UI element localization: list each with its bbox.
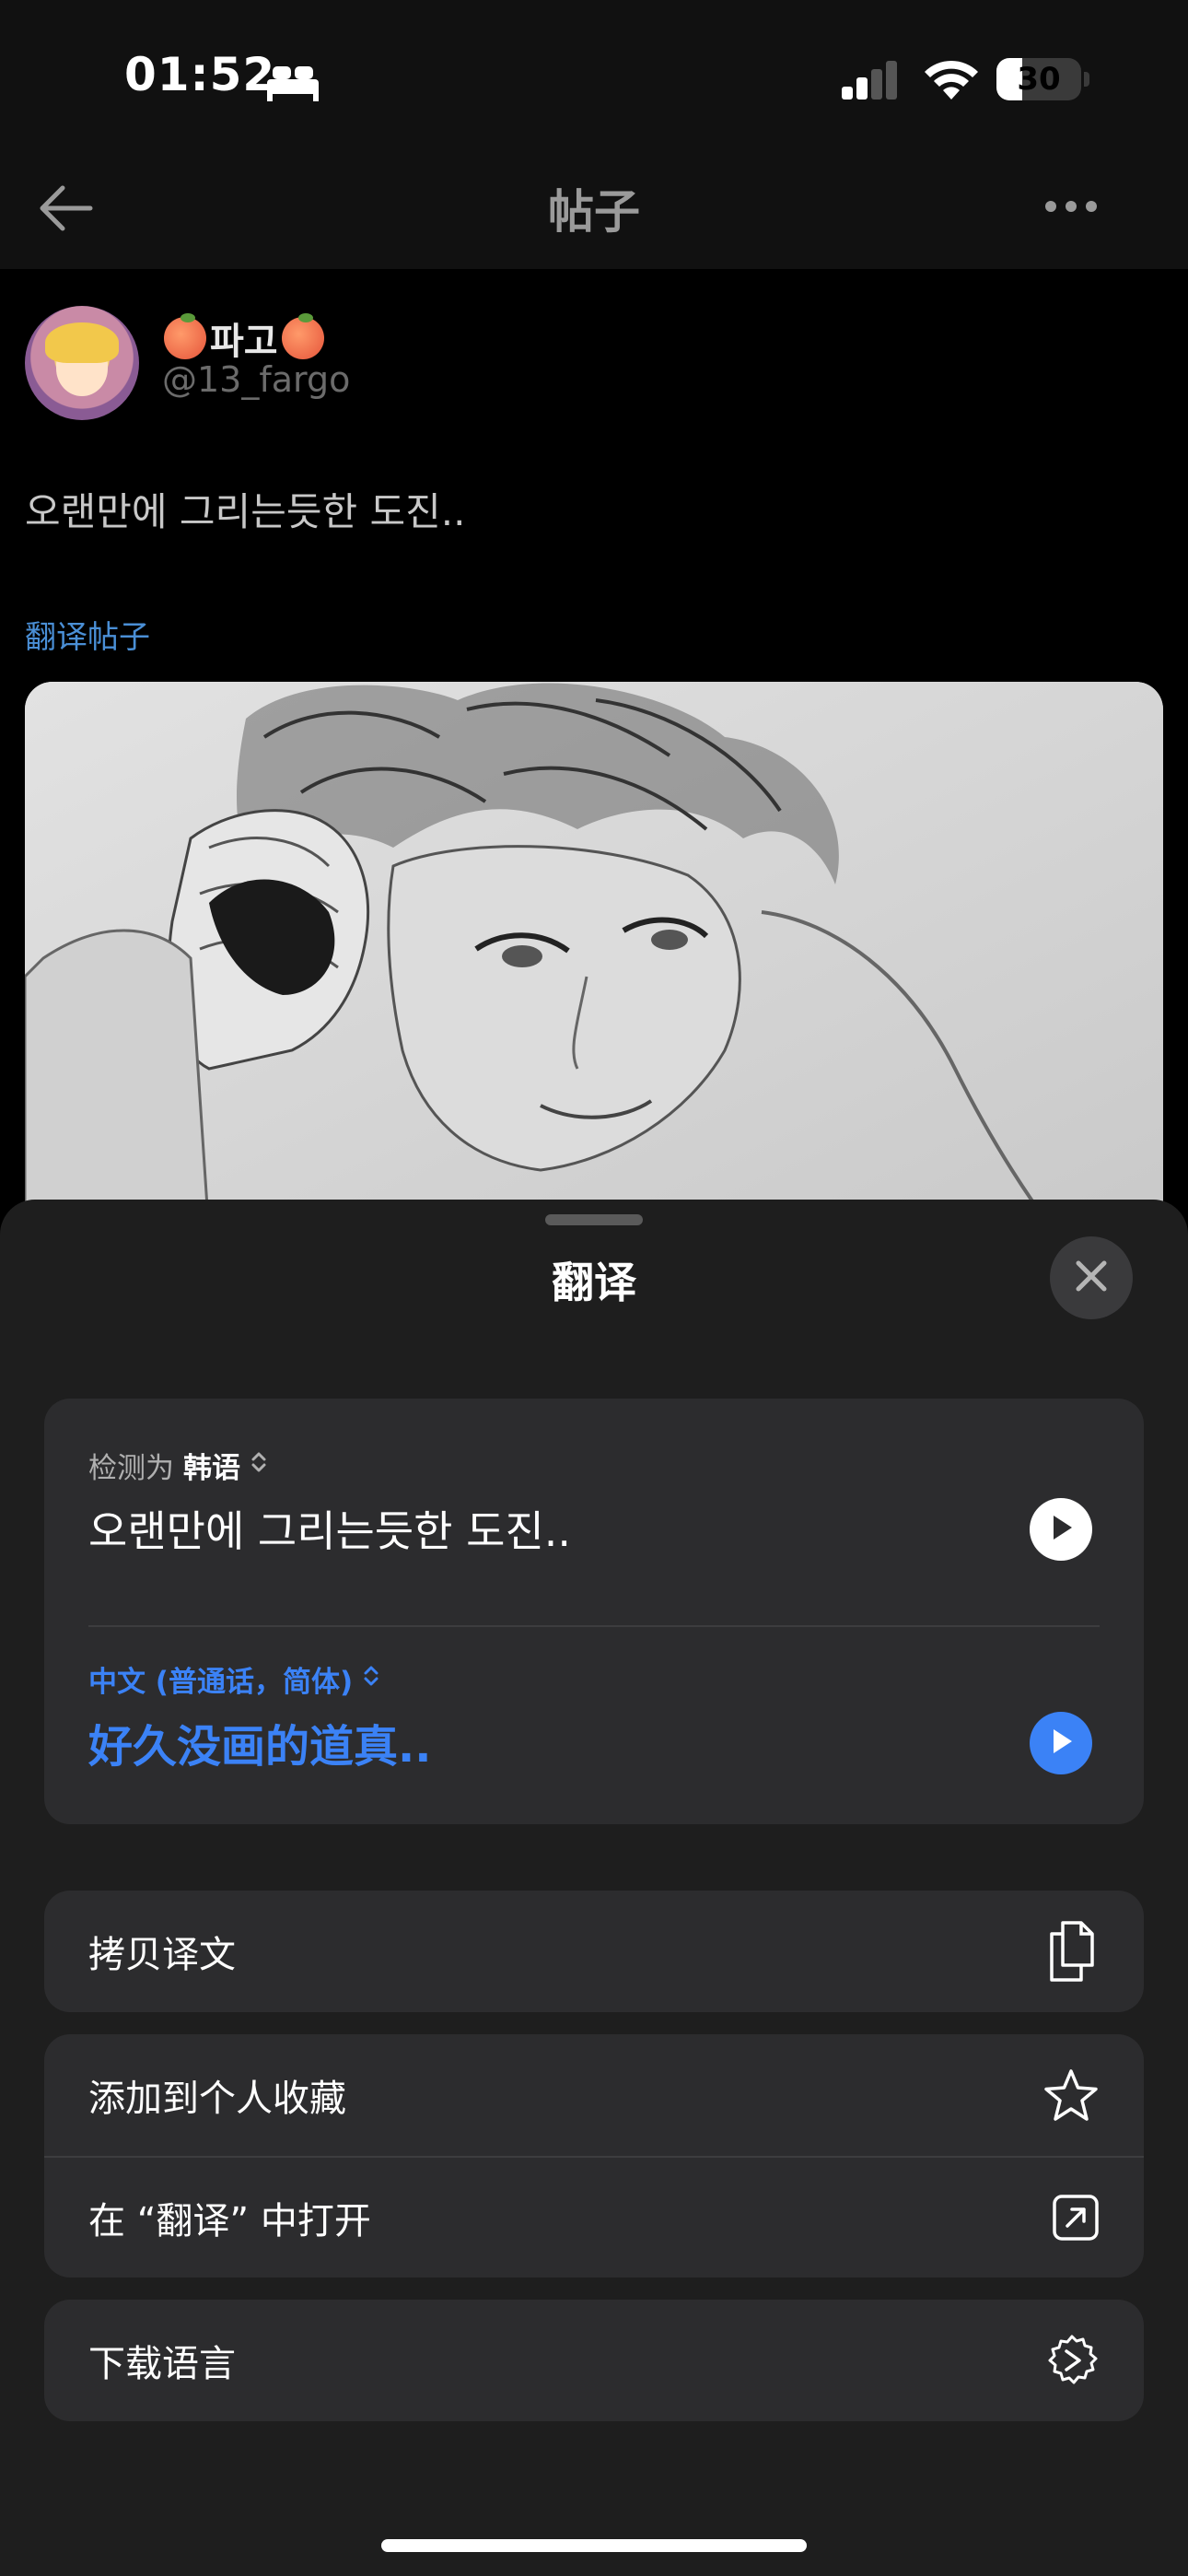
detected-language: 韩语: [183, 1452, 240, 1485]
target-language-selector[interactable]: 中文 (普通话，简体): [88, 1658, 380, 1700]
display-name[interactable]: 파고: [164, 311, 324, 365]
play-icon: [1048, 1514, 1074, 1545]
card-divider: [88, 1625, 1100, 1627]
peach-emoji-icon: [281, 313, 324, 359]
action-label: 下载语言: [88, 2343, 236, 2385]
avatar[interactable]: [25, 306, 139, 420]
open-in-translate-button[interactable]: 在 “翻译” 中打开: [44, 2156, 1144, 2277]
source-language-selector[interactable]: 检测为 韩语: [88, 1445, 268, 1486]
wifi-icon: [921, 57, 982, 105]
sketch-illustration: [25, 682, 1163, 1235]
translation-card: 检测为 韩语 오랜만에 그리는듯한 도진.. 中文 (普通话，简体) 好久没画的…: [44, 1399, 1144, 1824]
navigation-bar: 帖子: [0, 147, 1188, 269]
sleep-mode-icon: [265, 63, 320, 105]
page-title: 帖子: [548, 185, 640, 239]
star-icon: [1042, 2067, 1100, 2123]
battery-percent: 30: [1017, 61, 1061, 98]
detect-prefix: 检测为: [88, 1452, 174, 1485]
translate-post-link[interactable]: 翻译帖子: [25, 612, 150, 657]
action-label: 拷贝译文: [88, 1934, 236, 1976]
source-text: 오랜만에 그리는듯한 도진..: [88, 1506, 572, 1556]
avatar-hair: [45, 322, 119, 363]
action-label: 添加到个人收藏: [88, 2078, 346, 2120]
post-text: 오랜만에 그리는듯한 도진..: [25, 489, 466, 534]
cellular-signal-icon: [840, 61, 904, 105]
display-name-text: 파고: [210, 321, 278, 363]
sheet-title: 翻译: [552, 1258, 636, 1307]
download-languages-button[interactable]: 下载语言: [44, 2300, 1144, 2421]
chevron-updown-icon: [362, 1663, 380, 1696]
target-language: 中文 (普通话，简体): [88, 1666, 354, 1699]
translate-sheet: 翻译 检测为 韩语 오랜만에 그리는듯한 도진.. 中文 (普通话，简体) 好久…: [0, 1200, 1188, 2576]
translated-text: 好久没画的道真..: [88, 1721, 432, 1773]
favorites-open-card: 添加到个人收藏 在 “翻译” 中打开: [44, 2034, 1144, 2277]
post: 파고 @13_fargo 오랜만에 그리는듯한 도진.. 翻译帖子: [0, 269, 1188, 1235]
battery-cap: [1084, 72, 1089, 87]
close-icon: [1075, 1259, 1108, 1296]
sheet-grabber[interactable]: [545, 1214, 643, 1225]
copy-translation-button[interactable]: 拷贝译文: [44, 1891, 1144, 2012]
play-translation-button[interactable]: [1030, 1712, 1092, 1774]
copy-icon: [1044, 1919, 1100, 1984]
close-button[interactable]: [1050, 1236, 1133, 1319]
copy-card: 拷贝译文: [44, 1891, 1144, 2012]
battery-indicator: 30: [996, 58, 1081, 100]
action-label: 在 “翻译” 中打开: [88, 2200, 371, 2242]
download-card: 下载语言: [44, 2300, 1144, 2421]
post-image[interactable]: [25, 682, 1163, 1235]
play-icon: [1048, 1727, 1074, 1759]
open-external-icon: [1052, 2194, 1100, 2242]
add-to-favorites-button[interactable]: 添加到个人收藏: [44, 2034, 1144, 2156]
more-options-icon[interactable]: [1044, 199, 1098, 217]
download-language-icon: [1044, 2333, 1100, 2388]
peach-emoji-icon: [164, 313, 206, 359]
home-indicator[interactable]: [381, 2539, 807, 2552]
play-source-button[interactable]: [1030, 1498, 1092, 1561]
status-bar: 01:52 30: [0, 0, 1188, 147]
chevron-updown-icon: [250, 1449, 268, 1482]
user-handle[interactable]: @13_fargo: [162, 359, 350, 400]
status-time: 01:52: [124, 48, 276, 101]
